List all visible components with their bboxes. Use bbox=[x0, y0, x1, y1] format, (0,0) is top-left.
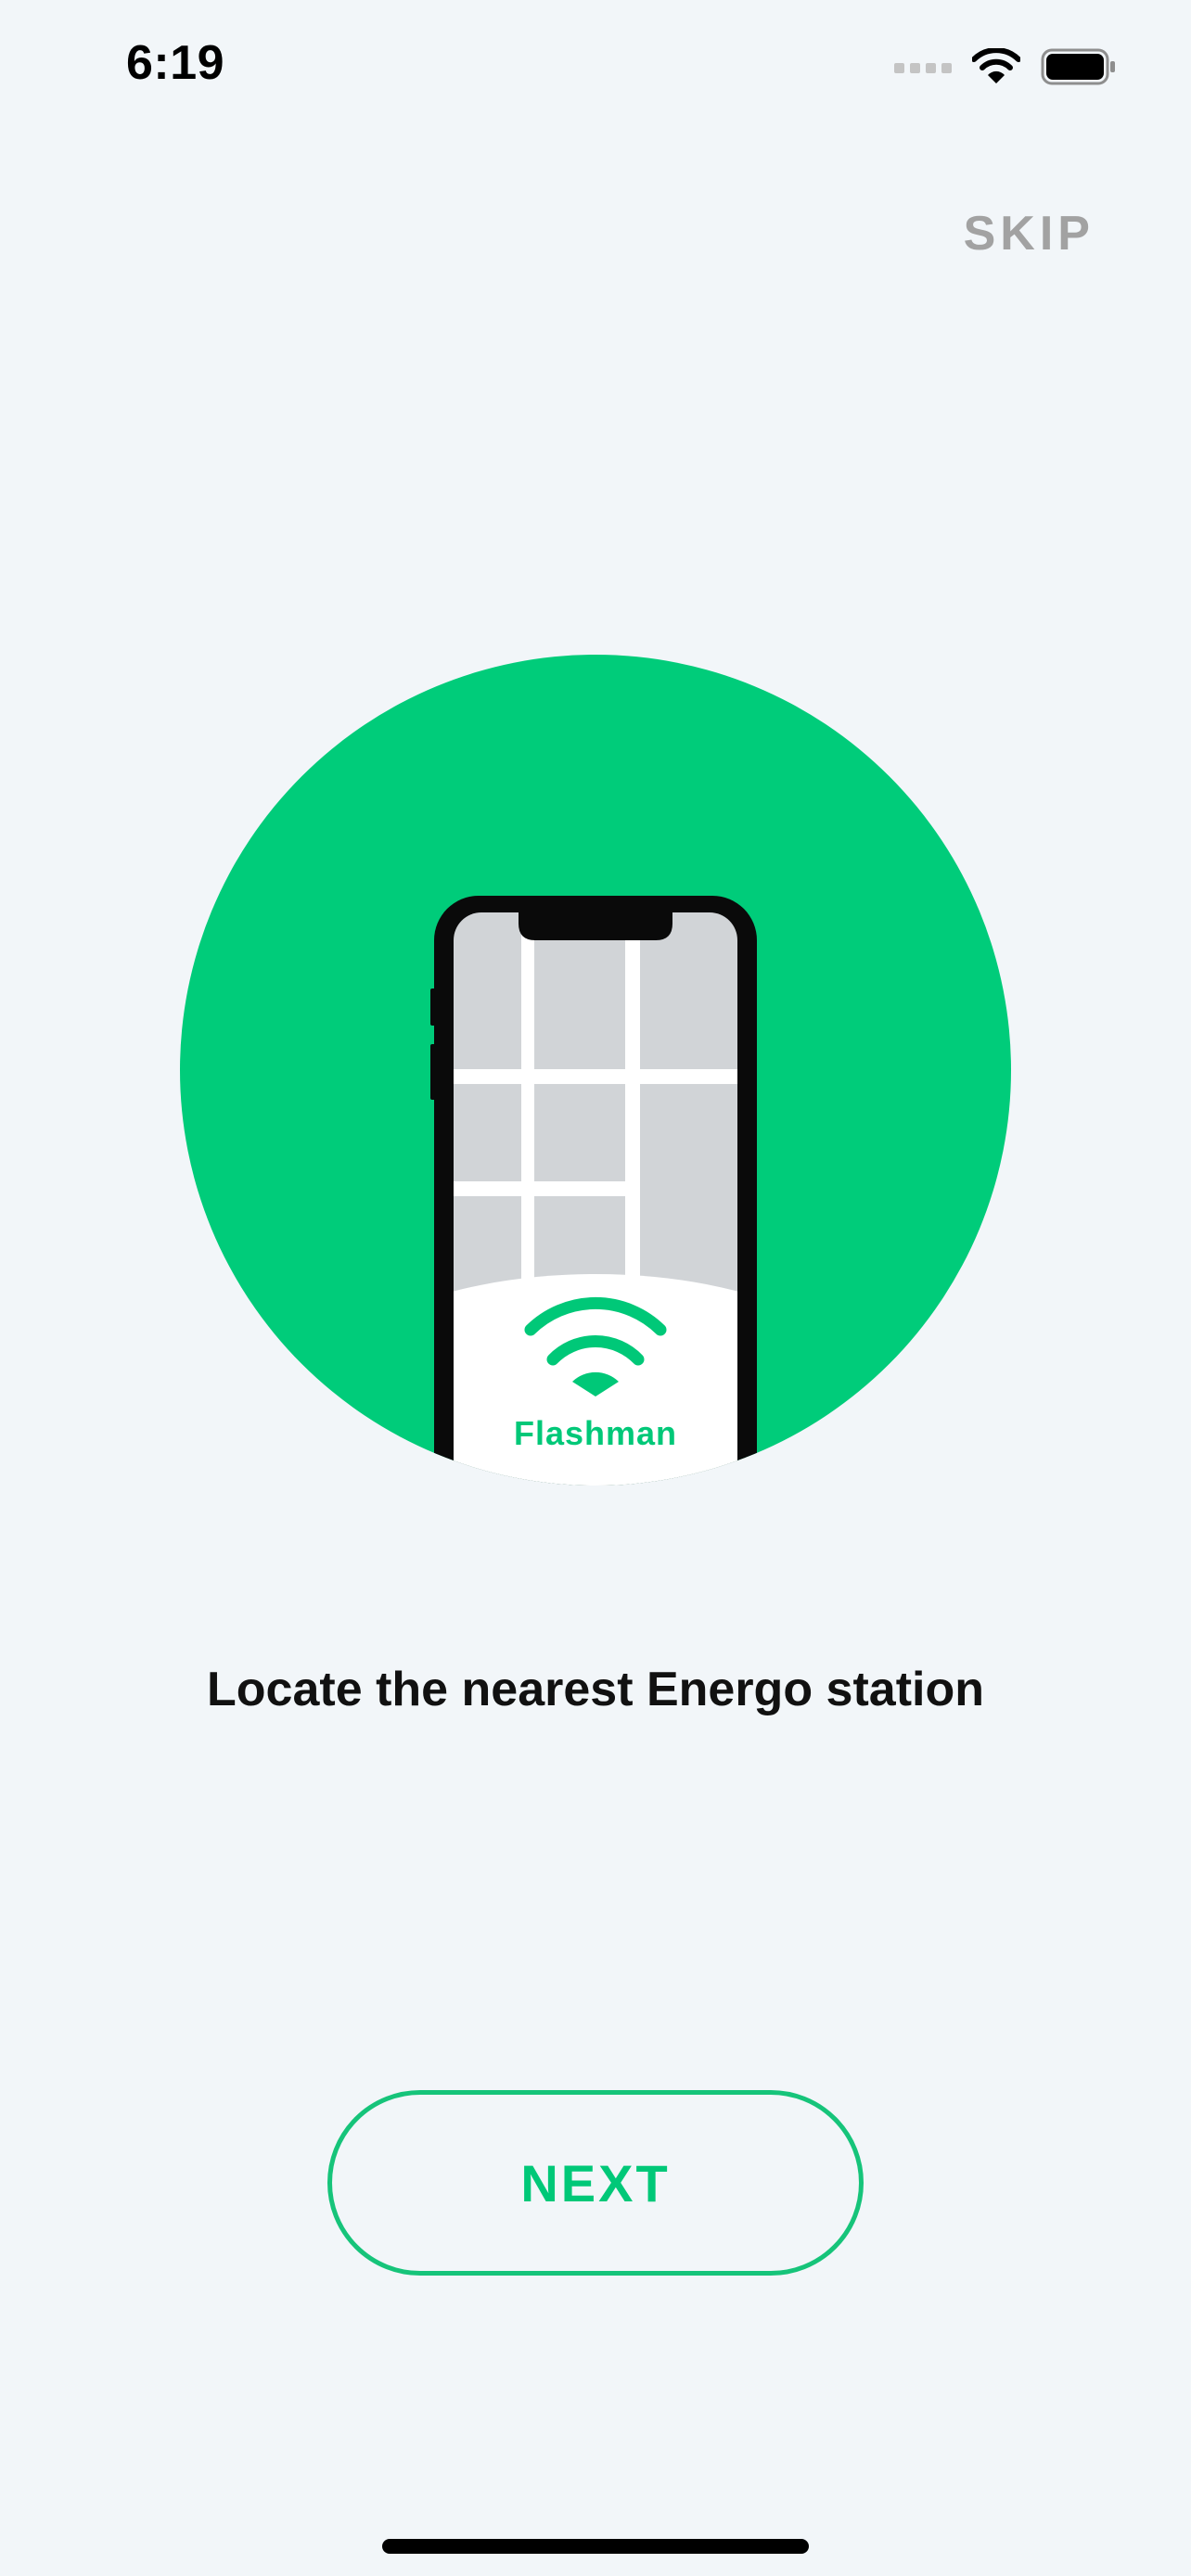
battery-icon bbox=[1041, 48, 1115, 85]
wifi-icon bbox=[972, 48, 1020, 83]
onboarding-caption: Locate the nearest Energo station bbox=[207, 1663, 984, 1716]
next-button[interactable]: NEXT bbox=[327, 2090, 864, 2276]
onboarding-illustration: Flashman bbox=[180, 655, 1011, 1486]
cellular-signal-icon bbox=[894, 63, 952, 73]
phone-map-illustration: Flashman bbox=[180, 655, 1011, 1486]
skip-button[interactable]: SKIP bbox=[964, 206, 1095, 261]
app-name-label: Flashman bbox=[514, 1414, 677, 1452]
status-time: 6:19 bbox=[126, 36, 225, 90]
status-icons bbox=[894, 45, 1117, 89]
home-indicator[interactable] bbox=[382, 2539, 809, 2554]
status-bar: 6:19 bbox=[0, 0, 1191, 130]
